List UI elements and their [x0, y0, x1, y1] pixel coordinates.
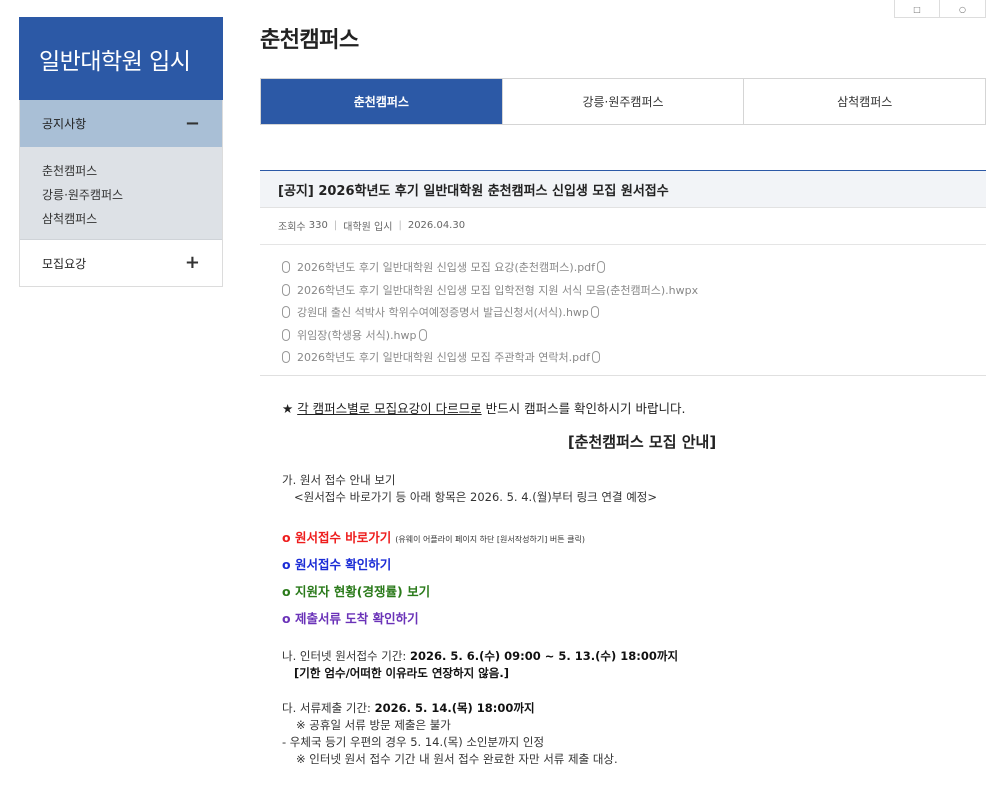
paperclip-icon: [282, 283, 290, 296]
paperclip-icon: [282, 351, 290, 364]
divider: [260, 375, 986, 376]
notice-rest: 반드시 캠퍼스를 확인하시기 바랍니다.: [481, 401, 686, 416]
sidebar-menu: 공지사항 − 춘천캠퍼스 강릉·원주캠퍼스 삼척캠퍼스 모집요강 +: [19, 100, 223, 287]
paperclip-icon: [591, 351, 600, 364]
sidebar-title: 일반대학원 입시: [19, 17, 223, 100]
attachment-item[interactable]: 위임장(학생용 서식).hwp: [282, 324, 698, 347]
paperclip-icon: [597, 261, 606, 274]
print-button[interactable]: □: [894, 0, 940, 18]
section-da: 다. 서류제출 기간: 2026. 5. 14.(목) 18:00까지 ※ 공휴…: [282, 700, 962, 768]
plus-icon: +: [184, 252, 200, 273]
sidebar-item-recruit[interactable]: 모집요강 +: [20, 240, 222, 286]
post-title: [공지] 2026학년도 후기 일반대학원 춘천캠퍼스 신입생 모집 원서접수: [260, 170, 986, 208]
sidebar-subitem-gangneung-wonju[interactable]: 강릉·원주캠퍼스: [42, 183, 200, 207]
sidebar-subitem-chuncheon[interactable]: 춘천캠퍼스: [42, 159, 200, 183]
attachment-item[interactable]: 2026학년도 후기 일반대학원 신입생 모집 요강(춘천캠퍼스).pdf: [282, 256, 698, 279]
paperclip-icon: [590, 306, 599, 319]
na-period: 2026. 5. 6.(수) 09:00 ~ 5. 13.(수) 18:00까지: [409, 649, 679, 663]
views-count: 330: [308, 220, 328, 231]
attachment-name: 강원대 출신 석박사 학위수여예정증명서 발급신청서(서식).hwp: [297, 306, 589, 320]
post-meta: 조회수 330 | 대학원 입시 | 2026.04.30: [278, 220, 466, 233]
sidebar-item-notice[interactable]: 공지사항 −: [20, 100, 222, 147]
post-writer: 대학원 입시: [343, 222, 393, 233]
attachment-item[interactable]: 2026학년도 후기 일반대학원 신입생 모집 주관학과 연락처.pdf: [282, 346, 698, 369]
paperclip-icon: [282, 306, 290, 319]
views-label: 조회수: [278, 222, 306, 233]
sidebar-item-label: 공지사항: [42, 117, 87, 131]
attachment-name: 2026학년도 후기 일반대학원 신입생 모집 입학전형 지원 서식 모음(춘천…: [297, 283, 699, 297]
share-button[interactable]: ○: [940, 0, 986, 18]
section-title: [춘천캠퍼스 모집 안내]: [567, 433, 717, 451]
apply-link-label: o 원서접수 바로가기: [282, 530, 392, 545]
sidebar-item-label: 모집요강: [42, 256, 87, 271]
paperclip-icon: [282, 261, 290, 274]
post-date: 2026.04.30: [407, 220, 466, 231]
section-ga: 가. 원서 접수 안내 보기 <원서접수 바로가기 등 아래 항목은 2026.…: [282, 472, 962, 506]
apply-link-note: (유웨이 어플라이 페이지 하단 [원서작성하기] 버튼 클릭): [395, 535, 585, 544]
attachment-name: 위임장(학생용 서식).hwp: [297, 328, 417, 342]
section-na: 나. 인터넷 원서접수 기간: 2026. 5. 6.(수) 09:00 ~ 5…: [282, 648, 962, 682]
sidebar-submenu: 춘천캠퍼스 강릉·원주캠퍼스 삼척캠퍼스: [20, 147, 222, 240]
ga-note: <원서접수 바로가기 등 아래 항목은 2026. 5. 4.(월)부터 링크 …: [294, 490, 658, 504]
star-icon: ★: [282, 401, 294, 416]
utility-buttons: □ ○: [894, 0, 986, 18]
tab-chuncheon[interactable]: 춘천캠퍼스: [261, 79, 502, 124]
na-label: 나. 인터넷 원서접수 기간:: [282, 649, 410, 663]
sidebar-subitem-samcheok[interactable]: 삼척캠퍼스: [42, 207, 200, 231]
attachment-item[interactable]: 2026학년도 후기 일반대학원 신입생 모집 입학전형 지원 서식 모음(춘천…: [282, 279, 698, 302]
applicant-status-link[interactable]: o 지원자 현황(경쟁률) 보기: [282, 578, 962, 605]
da-label: 다. 서류제출 기간:: [282, 701, 375, 715]
attachment-item[interactable]: 강원대 출신 석박사 학위수여예정증명서 발급신청서(서식).hwp: [282, 301, 698, 324]
document-arrival-link[interactable]: o 제출서류 도착 확인하기: [282, 605, 962, 632]
da-note3: ※ 인터넷 원서 접수 기간 내 원서 접수 완료한 자만 서류 제출 대상.: [296, 752, 618, 766]
check-application-link[interactable]: o 원서접수 확인하기: [282, 551, 962, 578]
post-body: ★ 각 캠퍼스별로 모집요강이 다르므로 반드시 캠퍼스를 확인하시기 바랍니다…: [282, 398, 962, 768]
divider: [260, 244, 986, 245]
paperclip-icon: [418, 328, 427, 341]
tab-gangneung-wonju[interactable]: 강릉·원주캠퍼스: [501, 79, 744, 124]
tab-samcheok[interactable]: 삼척캠퍼스: [743, 79, 986, 124]
ga-title: 가. 원서 접수 안내 보기: [282, 473, 396, 487]
na-note: [기한 엄수/어떠한 이유라도 연장하지 않음.]: [282, 665, 962, 682]
na-line: 나. 인터넷 원서접수 기간: 2026. 5. 6.(수) 09:00 ~ 5…: [282, 648, 962, 665]
apply-link[interactable]: o 원서접수 바로가기 (유웨이 어플라이 페이지 하단 [원서작성하기] 버튼 …: [282, 524, 962, 551]
paperclip-icon: [282, 328, 290, 341]
campus-notice: ★ 각 캠퍼스별로 모집요강이 다르므로 반드시 캠퍼스를 확인하시기 바랍니다…: [282, 398, 962, 417]
da-note2: - 우체국 등기 우편의 경우 5. 14.(목) 소인분까지 인정: [282, 735, 545, 749]
attachment-name: 2026학년도 후기 일반대학원 신입생 모집 주관학과 연락처.pdf: [297, 351, 590, 365]
attachment-list: 2026학년도 후기 일반대학원 신입생 모집 요강(춘천캠퍼스).pdf 20…: [282, 256, 698, 369]
page-title: 춘천캠퍼스: [260, 28, 359, 53]
na-note-text: [기한 엄수/어떠한 이유라도 연장하지 않음.]: [294, 666, 509, 680]
minus-icon: −: [184, 112, 200, 134]
da-line: 다. 서류제출 기간: 2026. 5. 14.(목) 18:00까지: [282, 700, 962, 717]
notice-underlined: 각 캠퍼스별로 모집요강이 다르므로: [297, 401, 482, 416]
sidebar: 일반대학원 입시 공지사항 − 춘천캠퍼스 강릉·원주캠퍼스 삼척캠퍼스 모집요…: [19, 17, 223, 287]
da-period: 2026. 5. 14.(목) 18:00까지: [374, 701, 535, 715]
attachment-name: 2026학년도 후기 일반대학원 신입생 모집 요강(춘천캠퍼스).pdf: [297, 261, 596, 275]
campus-tabs: 춘천캠퍼스 강릉·원주캠퍼스 삼척캠퍼스: [260, 78, 986, 125]
da-note1: ※ 공휴일 서류 방문 제출은 불가: [296, 718, 451, 732]
